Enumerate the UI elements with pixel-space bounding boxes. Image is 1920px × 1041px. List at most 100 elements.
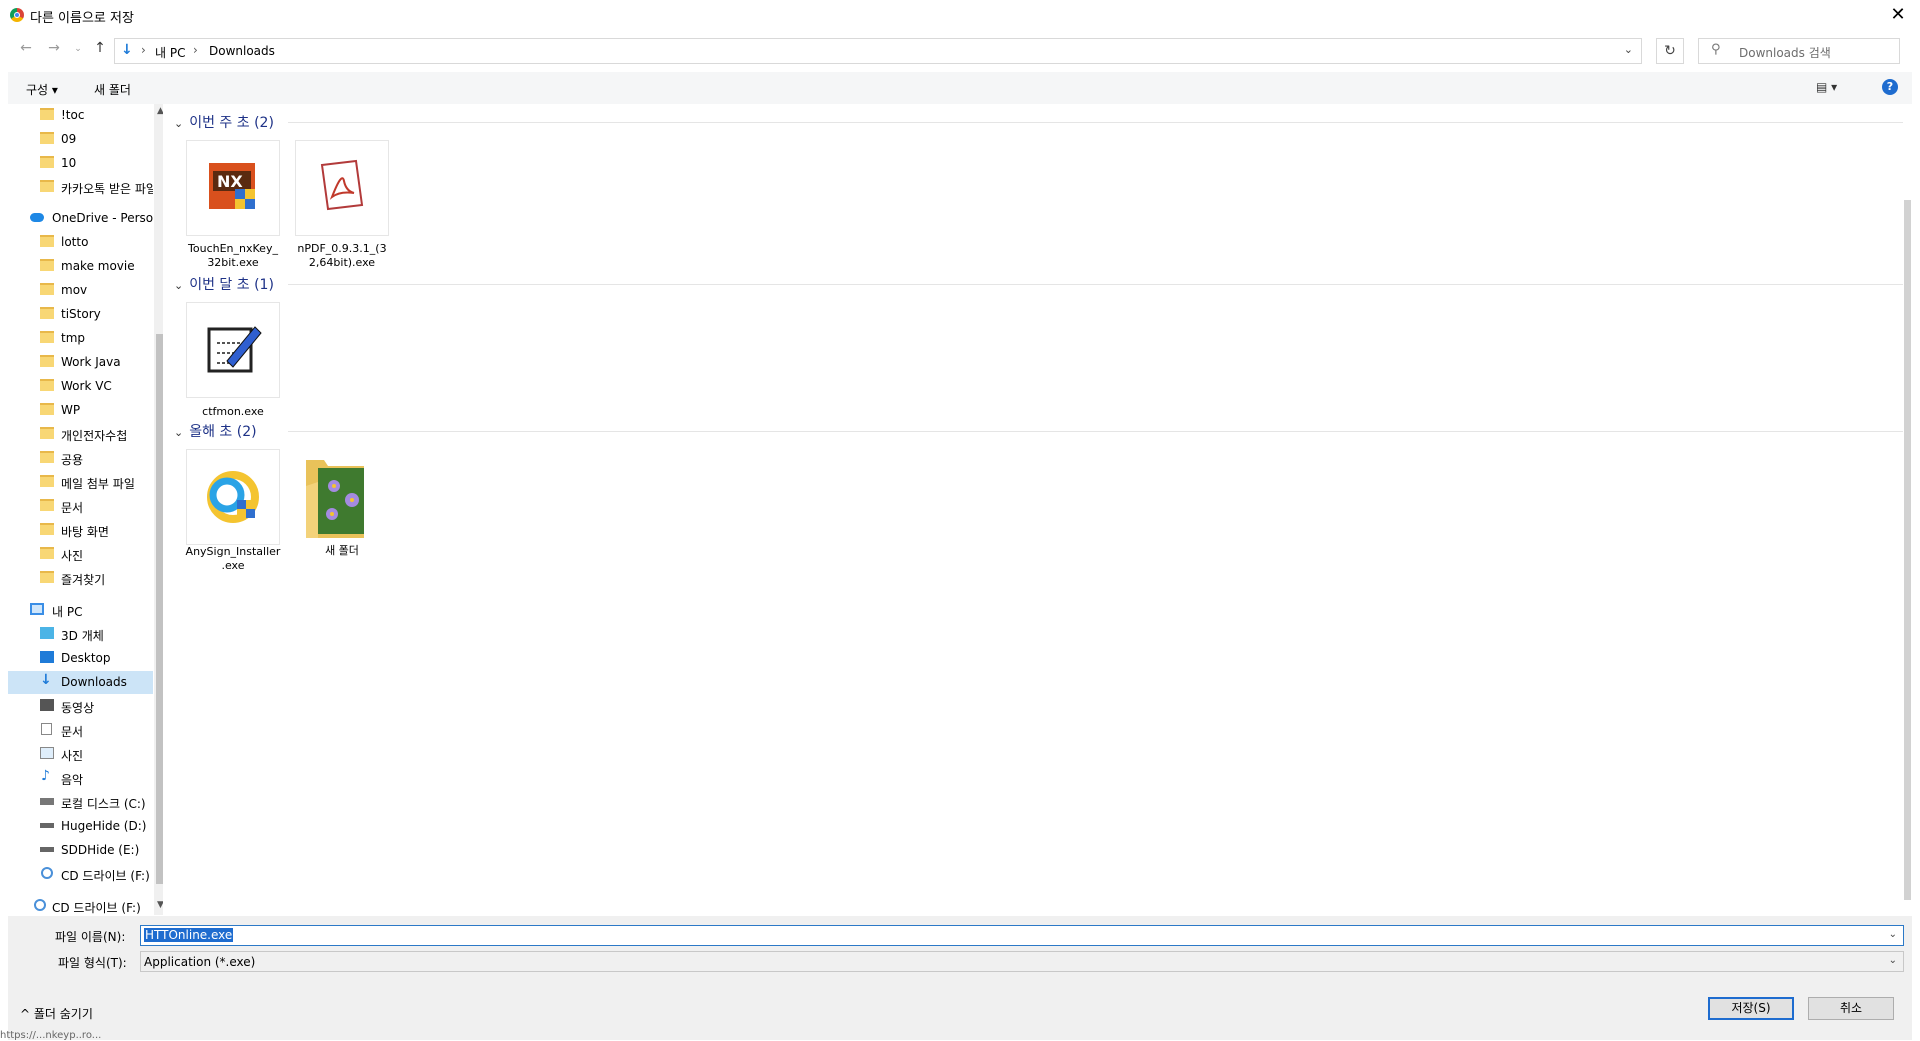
- window-title: 다른 이름으로 저장: [30, 11, 134, 26]
- group-header-this-month[interactable]: ⌄ 이번 달 초 (1): [174, 274, 274, 294]
- filename-field[interactable]: HTTOnline.exe ⌄: [140, 925, 1904, 946]
- nav-item-cd-drive-root[interactable]: CD 드라이브 (F:): [8, 895, 153, 915]
- folder-tile-new-folder[interactable]: [304, 456, 368, 542]
- breadcrumb-mypc[interactable]: 내 PC: [155, 44, 185, 61]
- nav-item-wp[interactable]: WP: [8, 399, 153, 422]
- nav-item-toc[interactable]: !toc: [8, 104, 153, 127]
- nav-item-desktop[interactable]: Desktop: [8, 647, 153, 670]
- nav-scrollbar[interactable]: ▲ ▼: [154, 104, 163, 915]
- help-icon[interactable]: ?: [1882, 79, 1898, 95]
- save-button[interactable]: 저장(S): [1708, 997, 1794, 1020]
- forward-arrow-icon[interactable]: →: [44, 40, 64, 56]
- nav-item-09[interactable]: 09: [8, 128, 153, 151]
- file-tile-npdf[interactable]: [295, 140, 389, 236]
- close-button[interactable]: ✕: [1878, 2, 1918, 28]
- recent-dropdown-icon[interactable]: ⌄: [68, 44, 88, 54]
- folder-icon: [40, 307, 54, 319]
- chevron-down-icon[interactable]: ⌄: [1889, 929, 1897, 940]
- nav-item-music[interactable]: ♪ 음악: [8, 767, 153, 790]
- nav-item-documents[interactable]: 문서: [8, 719, 153, 742]
- scrollbar-thumb[interactable]: [1904, 200, 1911, 900]
- nav-item-onedrive[interactable]: OneDrive - Personal: [8, 207, 153, 230]
- group-header-this-week[interactable]: ⌄ 이번 주 초 (2): [174, 112, 274, 132]
- nav-item-desktop-od[interactable]: 바탕 화면: [8, 519, 153, 542]
- breadcrumb-downloads[interactable]: Downloads: [209, 44, 275, 58]
- file-name: AnySign_Installer .exe: [185, 545, 281, 572]
- nav-item-work-java[interactable]: Work Java: [8, 351, 153, 374]
- nav-item-pictures[interactable]: 사진: [8, 743, 153, 766]
- document-icon: [41, 723, 52, 735]
- drive-icon: [40, 823, 54, 828]
- chevron-down-icon[interactable]: ⌄: [1889, 955, 1897, 966]
- nav-item-downloads[interactable]: ↓ Downloads: [8, 671, 153, 694]
- search-input[interactable]: Downloads 검색: [1739, 44, 1831, 61]
- nav-item-10[interactable]: 10: [8, 152, 153, 175]
- nav-item-public[interactable]: 공용: [8, 447, 153, 470]
- hide-folders-button[interactable]: ^ 폴더 숨기기: [20, 1005, 93, 1022]
- scrollbar-thumb[interactable]: [156, 334, 163, 884]
- view-options-button[interactable]: ▤ ▾: [1816, 80, 1837, 94]
- nav-item-mypc[interactable]: 내 PC: [8, 599, 153, 622]
- breadcrumb-separator: ›: [141, 43, 146, 57]
- folder-icon: [40, 571, 54, 583]
- new-folder-button[interactable]: 새 폴더: [94, 81, 131, 98]
- drive-icon: [40, 798, 54, 805]
- filetype-select[interactable]: Application (*.exe) ⌄: [140, 951, 1904, 972]
- divider: [288, 122, 1905, 123]
- nav-item-drive-d[interactable]: HugeHide (D:): [8, 815, 153, 838]
- organize-menu-button[interactable]: 구성 ▾: [26, 81, 58, 98]
- group-header-this-year[interactable]: ⌄ 올해 초 (2): [174, 421, 257, 441]
- title-bar: 다른 이름으로 저장 ✕: [0, 0, 1920, 30]
- nav-item-tmp[interactable]: tmp: [8, 327, 153, 350]
- up-arrow-icon[interactable]: ↑: [90, 40, 110, 56]
- save-as-dialog: 다른 이름으로 저장 ✕ ← → ⌄ ↑ ↓ › 내 PC › Download…: [0, 0, 1920, 1041]
- folder-icon: [40, 156, 54, 168]
- nav-item-3d-objects[interactable]: 3D 개체: [8, 623, 153, 646]
- chevron-down-icon: ⌄: [174, 117, 184, 130]
- nav-item-kakaotalk[interactable]: 카카오톡 받은 파일: [8, 176, 153, 199]
- filetype-label: 파일 형식(T):: [58, 956, 127, 970]
- nav-item-pictures-od[interactable]: 사진: [8, 543, 153, 566]
- scroll-down-icon[interactable]: ▼: [157, 900, 163, 910]
- file-name: 새 폴더: [325, 544, 359, 557]
- nav-item-tistory[interactable]: tiStory: [8, 303, 153, 326]
- nav-item-make-movie[interactable]: make movie: [8, 255, 153, 278]
- nav-item-cd-drive[interactable]: CD 드라이브 (F:): [8, 863, 153, 886]
- file-name: nPDF_0.9.3.1_(3 2,64bit).exe: [297, 242, 387, 269]
- file-tile-anysign[interactable]: [186, 449, 280, 545]
- cd-icon: [41, 867, 53, 879]
- nav-item-lotto[interactable]: lotto: [8, 231, 153, 254]
- refresh-button[interactable]: ↻: [1656, 38, 1684, 64]
- video-icon: [40, 699, 54, 711]
- folder-icon: [40, 547, 54, 559]
- file-name: TouchEn_nxKey_ 32bit.exe: [188, 242, 278, 269]
- nav-item-work-vc[interactable]: Work VC: [8, 375, 153, 398]
- navigation-pane: !toc 09 10 카카오톡 받은 파일 OneDrive - Persona…: [8, 104, 163, 915]
- folder-icon: [40, 427, 54, 439]
- back-arrow-icon[interactable]: ←: [16, 40, 36, 56]
- folder-icon: [40, 283, 54, 295]
- cancel-button[interactable]: 취소: [1808, 997, 1894, 1020]
- search-icon: ⚲: [1711, 42, 1721, 57]
- nav-item-personal-notebook[interactable]: 개인전자수첩: [8, 423, 153, 446]
- content-scrollbar[interactable]: [1903, 104, 1912, 915]
- nav-item-mov[interactable]: mov: [8, 279, 153, 302]
- folder-icon: [40, 108, 54, 120]
- nav-item-mail-attachments[interactable]: 메일 첨부 파일: [8, 471, 153, 494]
- folder-icon: [40, 451, 54, 463]
- nav-item-videos[interactable]: 동영상: [8, 695, 153, 718]
- search-box[interactable]: ⚲ Downloads 검색: [1698, 38, 1900, 64]
- divider: [288, 431, 1905, 432]
- address-bar[interactable]: ↓ › 내 PC › Downloads ⌄: [114, 38, 1642, 64]
- chevron-down-icon[interactable]: ⌄: [1624, 43, 1633, 56]
- file-name: ctfmon.exe: [202, 405, 264, 418]
- file-tile-touchen[interactable]: NX: [186, 140, 280, 236]
- nav-item-drive-e[interactable]: SDDHide (E:): [8, 839, 153, 862]
- cd-icon: [34, 899, 46, 911]
- nav-item-drive-c[interactable]: 로컬 디스크 (C:): [8, 791, 153, 814]
- nav-item-favorites[interactable]: 즐겨찾기: [8, 567, 153, 590]
- file-tile-ctfmon[interactable]: [186, 302, 280, 398]
- downloads-icon: ↓: [40, 672, 52, 688]
- nav-item-documents-od[interactable]: 문서: [8, 495, 153, 518]
- scroll-up-icon[interactable]: ▲: [157, 106, 163, 116]
